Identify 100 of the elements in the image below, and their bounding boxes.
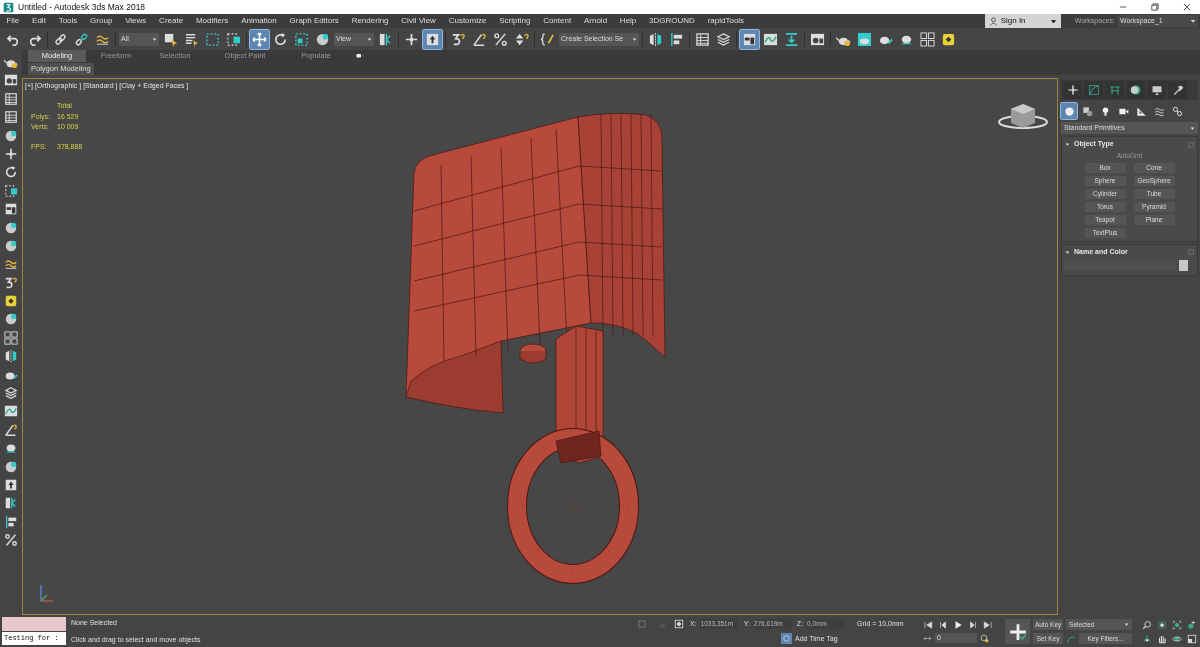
ribbon-icon bbox=[742, 31, 757, 47]
menu-item[interactable]: Scripting bbox=[492, 15, 537, 27]
triangle-ruler-icon bbox=[1135, 105, 1147, 117]
menu-item[interactable]: Help bbox=[613, 15, 643, 27]
curve-editor-icon bbox=[763, 31, 778, 47]
crosshair-icon bbox=[404, 31, 419, 47]
menu-item[interactable]: Tools bbox=[52, 15, 84, 27]
mirror-icon bbox=[648, 31, 663, 47]
go-to-end-icon[interactable] bbox=[983, 620, 994, 630]
key-plus-icon bbox=[1008, 622, 1027, 641]
sphere-icon[interactable] bbox=[4, 238, 18, 253]
toolbar-button[interactable] bbox=[423, 29, 442, 49]
sphere-icon[interactable] bbox=[4, 312, 18, 327]
restore-icon[interactable] bbox=[1150, 2, 1160, 12]
set-keys-button[interactable] bbox=[1005, 619, 1031, 644]
menu-item[interactable]: Group bbox=[83, 15, 119, 27]
menu-item[interactable]: Graph Editors bbox=[283, 15, 346, 27]
next-frame-icon[interactable] bbox=[968, 620, 979, 630]
layers-icon bbox=[716, 31, 731, 47]
sphere-icon[interactable] bbox=[4, 220, 18, 235]
color-swatch[interactable] bbox=[1179, 259, 1188, 271]
transform-mode-icon[interactable] bbox=[674, 619, 684, 629]
caret-icon bbox=[152, 36, 157, 42]
axis-tripod-icon bbox=[40, 584, 54, 602]
zoom-extents-icon[interactable] bbox=[1172, 619, 1183, 630]
clock-icon[interactable] bbox=[980, 633, 990, 643]
caret-icon bbox=[1049, 17, 1057, 25]
zoom-extents-all-icon[interactable] bbox=[1187, 619, 1198, 630]
toolbar-button[interactable] bbox=[918, 29, 937, 49]
menu-item[interactable]: Animation bbox=[234, 15, 284, 27]
crosshair-icon[interactable] bbox=[4, 146, 18, 161]
maximize-viewport-icon[interactable] bbox=[1187, 633, 1198, 644]
percent-snap-icon bbox=[493, 31, 508, 47]
go-to-start-icon[interactable] bbox=[923, 620, 934, 630]
menu-item[interactable]: File bbox=[0, 15, 26, 27]
menu-item[interactable]: Create bbox=[152, 15, 190, 27]
previous-frame-icon[interactable] bbox=[938, 620, 949, 630]
render-setup-icon bbox=[810, 31, 825, 47]
angle-snap-icon bbox=[472, 31, 487, 47]
listener-field[interactable] bbox=[2, 617, 66, 631]
panel-tab[interactable] bbox=[1147, 81, 1166, 99]
grid-icon bbox=[920, 31, 935, 47]
field-of-view-icon[interactable] bbox=[1142, 633, 1153, 644]
align-icon bbox=[669, 31, 684, 47]
panel-icon[interactable] bbox=[4, 202, 18, 217]
sphere-icon bbox=[1063, 105, 1075, 117]
layers-icon[interactable] bbox=[4, 386, 18, 401]
rotate-icon bbox=[273, 31, 288, 47]
menu-item[interactable]: Civil View bbox=[394, 15, 443, 27]
menu-item[interactable]: Modifiers bbox=[189, 15, 235, 27]
collapse-icon[interactable] bbox=[1065, 142, 1070, 147]
zoom-all-icon[interactable] bbox=[1157, 619, 1168, 630]
spinner-snap-icon bbox=[514, 31, 529, 47]
selection-rectangle-icon bbox=[205, 31, 220, 47]
wave-icon[interactable] bbox=[4, 257, 18, 272]
select-object-icon bbox=[163, 31, 178, 47]
caret-icon bbox=[1190, 18, 1196, 24]
panel-tab[interactable] bbox=[1168, 81, 1187, 99]
menu-item[interactable]: 3DGROUND bbox=[642, 15, 702, 27]
table-icon bbox=[695, 31, 710, 47]
caret-icon bbox=[367, 36, 372, 42]
table-icon[interactable] bbox=[4, 110, 18, 125]
sign-in-dropdown[interactable]: Sign In bbox=[984, 14, 1061, 28]
unlink-icon bbox=[74, 31, 89, 47]
collapse-icon[interactable] bbox=[1065, 249, 1070, 255]
sphere-icon[interactable] bbox=[4, 459, 18, 474]
rotate-icon[interactable] bbox=[4, 165, 18, 180]
align-icon[interactable] bbox=[4, 514, 18, 529]
monitor-icon bbox=[1150, 84, 1163, 96]
menu-item[interactable]: Content bbox=[536, 15, 578, 27]
viewcube-icon[interactable] bbox=[998, 104, 1048, 129]
menu-item[interactable]: Rendering bbox=[345, 15, 395, 27]
link-icon bbox=[53, 31, 68, 47]
chain-icon bbox=[1171, 105, 1183, 117]
menu-item[interactable]: rapidTools bbox=[701, 15, 751, 27]
time-tag-icon[interactable] bbox=[781, 633, 792, 645]
menu-item[interactable]: Arnold bbox=[577, 15, 614, 27]
pivot-icon bbox=[378, 31, 393, 47]
hierarchy-icon bbox=[1108, 84, 1121, 96]
curve-icon bbox=[1087, 84, 1100, 96]
play-icon[interactable] bbox=[953, 620, 964, 630]
plus-icon bbox=[1066, 84, 1079, 96]
menu-item[interactable]: Views bbox=[118, 15, 153, 27]
time-config-icon[interactable] bbox=[923, 633, 933, 643]
pan-hand-icon[interactable] bbox=[1157, 633, 1168, 644]
pivot-icon[interactable] bbox=[4, 496, 18, 511]
panel-tab[interactable] bbox=[1063, 81, 1082, 99]
wave-icon bbox=[1153, 105, 1165, 117]
menu-item[interactable]: Customize bbox=[442, 15, 493, 27]
close-icon[interactable] bbox=[1182, 2, 1192, 12]
wrench-icon bbox=[1171, 84, 1184, 96]
caret-icon bbox=[632, 36, 637, 42]
toolbar-button[interactable] bbox=[740, 29, 759, 49]
grid-icon[interactable] bbox=[4, 330, 18, 345]
search-icon[interactable] bbox=[1142, 619, 1153, 630]
menu-item[interactable]: Edit bbox=[25, 15, 53, 27]
square-icon bbox=[941, 31, 956, 47]
panel-tab[interactable] bbox=[1126, 81, 1145, 99]
sign-in-label: Sign In bbox=[1000, 15, 1026, 27]
table-icon[interactable] bbox=[4, 91, 18, 106]
